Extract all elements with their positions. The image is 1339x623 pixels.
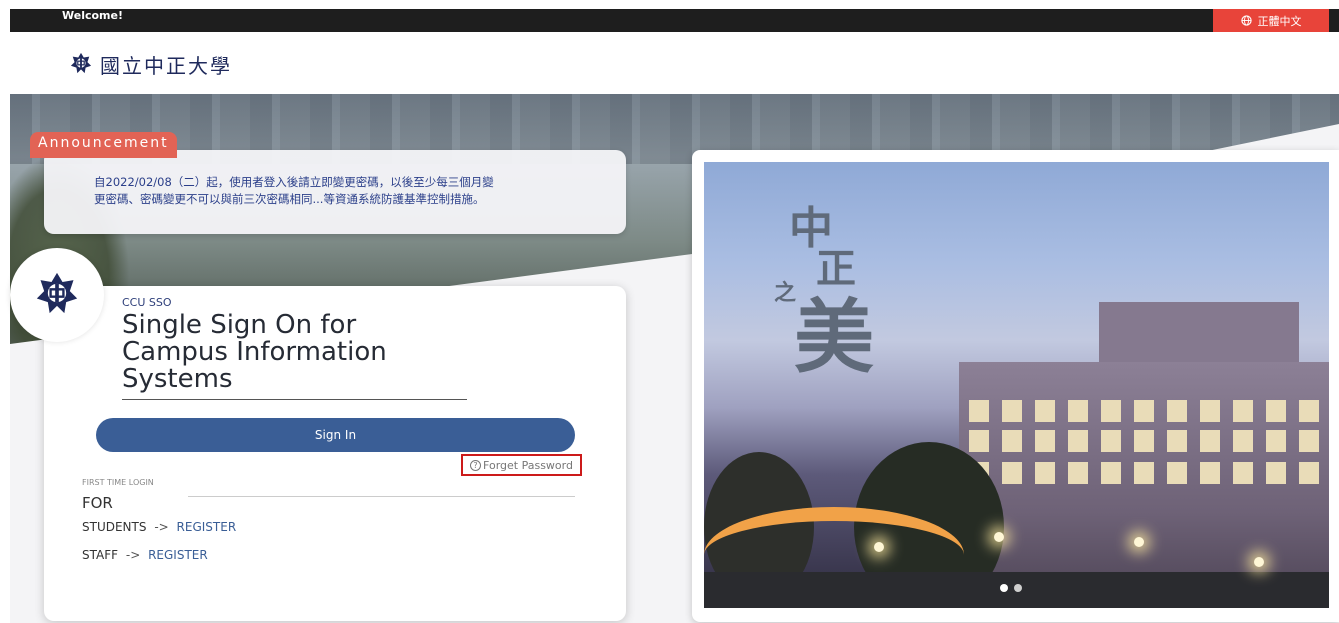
arrow-text: -> <box>154 520 169 534</box>
sign-in-button[interactable]: Sign In <box>96 418 575 452</box>
forget-password-link[interactable]: ? Forget Password <box>461 454 582 476</box>
welcome-text: Welcome! <box>62 9 123 22</box>
carousel-dot[interactable] <box>1000 584 1008 592</box>
carousel-image: 中 正 之 美 <box>704 162 1329 608</box>
staff-register-link[interactable]: REGISTER <box>148 548 208 562</box>
page-title: Single Sign On for Campus Information Sy… <box>122 312 467 400</box>
top-bar: Welcome! 正體中文 <box>10 9 1339 32</box>
divider <box>188 496 575 497</box>
ccu-emblem-icon <box>70 52 92 78</box>
ccu-emblem-badge <box>10 248 104 342</box>
title-line-2: Campus Information <box>122 337 387 367</box>
calligraphy-char: 之 <box>774 280 797 306</box>
staff-label: STAFF <box>82 548 119 562</box>
first-time-login-label: FIRST TIME LOGIN <box>82 478 154 487</box>
announcement-label: Announcement <box>30 132 177 158</box>
students-label: STUDENTS <box>82 520 147 534</box>
globe-icon <box>1240 15 1252 26</box>
students-register-row: STUDENTS -> REGISTER <box>82 520 236 534</box>
login-card: CCU SSO Single Sign On for Campus Inform… <box>44 286 626 621</box>
arrow-text: -> <box>125 548 141 562</box>
logo-text: 國立中正大學 <box>100 54 232 78</box>
question-icon: ? <box>470 459 482 471</box>
carousel[interactable]: 中 正 之 美 <box>692 150 1339 622</box>
top-margin <box>0 0 260 9</box>
students-register-link[interactable]: REGISTER <box>177 520 237 534</box>
carousel-dots <box>1000 584 1022 592</box>
calligraphy-char: 美 <box>794 290 874 384</box>
language-label: 正體中文 <box>1257 14 1302 28</box>
forget-password-label: Forget Password <box>483 458 573 472</box>
calligraphy-char: 正 <box>816 245 856 292</box>
title-line-3: Systems <box>122 364 233 394</box>
ccu-emblem-icon <box>35 271 79 319</box>
language-button[interactable]: 正體中文 <box>1213 9 1329 32</box>
title-line-1: Single Sign On for <box>122 310 357 340</box>
announcement-box: 自2022/02/08（二）起，使用者登入後請立即變更密碼，以後至少每三個月變 … <box>44 150 626 234</box>
staff-register-row: STAFF -> REGISTER <box>82 548 208 562</box>
sso-tag: CCU SSO <box>122 296 172 309</box>
announcement-line-2: 更密碼、密碼變更不可以與前三次密碼相同...等資通系統防護基準控制措施。 <box>94 192 485 206</box>
for-label: FOR <box>82 494 113 512</box>
site-logo[interactable]: 國立中正大學 <box>70 50 232 79</box>
announcement-line-1: 自2022/02/08（二）起，使用者登入後請立即變更密碼，以後至少每三個月變 <box>94 175 494 189</box>
carousel-dot[interactable] <box>1014 584 1022 592</box>
